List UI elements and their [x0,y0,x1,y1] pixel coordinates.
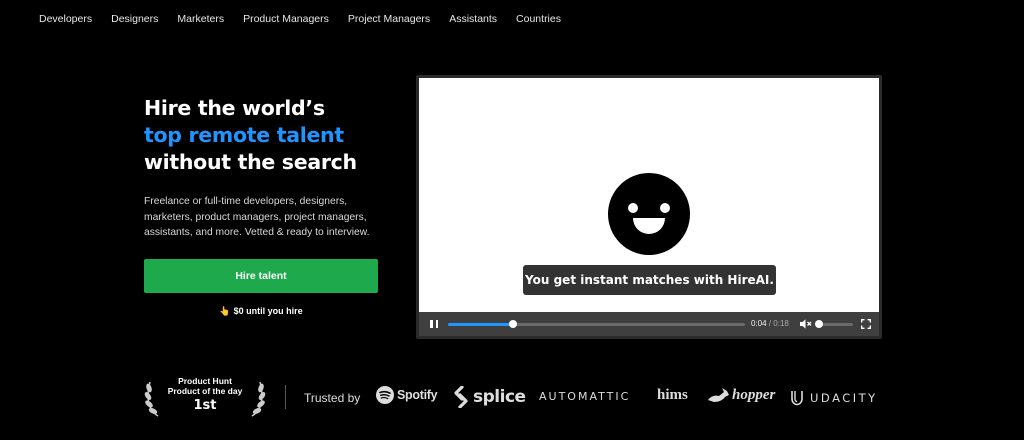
automattic-logo: AUTOMATTIC [539,390,631,403]
hire-talent-button[interactable]: Hire talent [144,259,378,293]
nav-assistants[interactable]: Assistants [449,13,497,25]
spotify-icon [376,386,394,404]
video-caption: You get instant matches with HireAI. [523,265,776,295]
volume-slider[interactable] [815,320,853,328]
video-player[interactable]: You get instant matches with HireAI. 0:0… [416,75,882,339]
video-time: 0:04 / 0:18 [751,319,789,328]
hero-description: Freelance or full-time developers, desig… [144,196,370,238]
fullscreen-icon[interactable] [861,319,871,329]
nav-project-managers[interactable]: Project Managers [348,13,430,25]
hims-logo: hims [657,387,688,403]
video-progress-handle[interactable] [509,320,518,328]
cta-note-text: $0 until you hire [233,306,303,316]
splice-logo: splice [453,386,526,408]
nav-countries[interactable]: Countries [516,13,561,25]
pointing-hand-icon: 👆 [219,306,231,316]
video-time-separator: / [768,319,772,328]
hero-title-line3: without the search [144,150,357,174]
udacity-wordmark: UDACITY [810,391,878,405]
splice-wordmark: splice [473,387,526,407]
divider [285,385,286,409]
cta-note: 👆 $0 until you hire [144,306,378,317]
hopper-wordmark: hopper [732,386,776,403]
video-duration: 0:18 [773,319,789,328]
laurel-left-icon [144,381,159,417]
nav-developers[interactable]: Developers [39,13,92,25]
hopper-bunny-icon [708,388,729,402]
splice-icon [454,386,468,408]
volume-handle[interactable] [815,320,823,328]
hero-title-line1: Hire the world’s [144,96,325,120]
video-controls: 0:04 / 0:18 [419,312,879,336]
spotify-wordmark: Spotify [397,388,438,402]
pause-icon[interactable] [430,320,438,328]
nav-product-managers[interactable]: Product Managers [243,13,329,25]
nav-designers[interactable]: Designers [111,13,158,25]
smiley-face-icon [608,173,690,255]
video-progress-bar[interactable] [448,320,745,328]
nav-marketers[interactable]: Marketers [177,13,224,25]
udacity-logo: UDACITY [790,390,878,406]
muted-speaker-icon[interactable] [800,319,812,329]
spotify-logo: Spotify [376,386,438,404]
hero-title: Hire the world’s top remote talent witho… [144,95,357,176]
udacity-icon [791,391,803,406]
top-nav: Developers Designers Marketers Product M… [39,13,561,25]
video-current-time: 0:04 [751,319,767,328]
laurel-right-icon [251,381,266,417]
video-progress-fill [448,323,514,326]
trusted-by-label: Trusted by [304,391,361,405]
hopper-logo: hopper [706,386,775,404]
hero-title-accent: top remote talent [144,123,344,147]
product-hunt-award: Product Hunt Product of the day 1st [144,376,266,420]
